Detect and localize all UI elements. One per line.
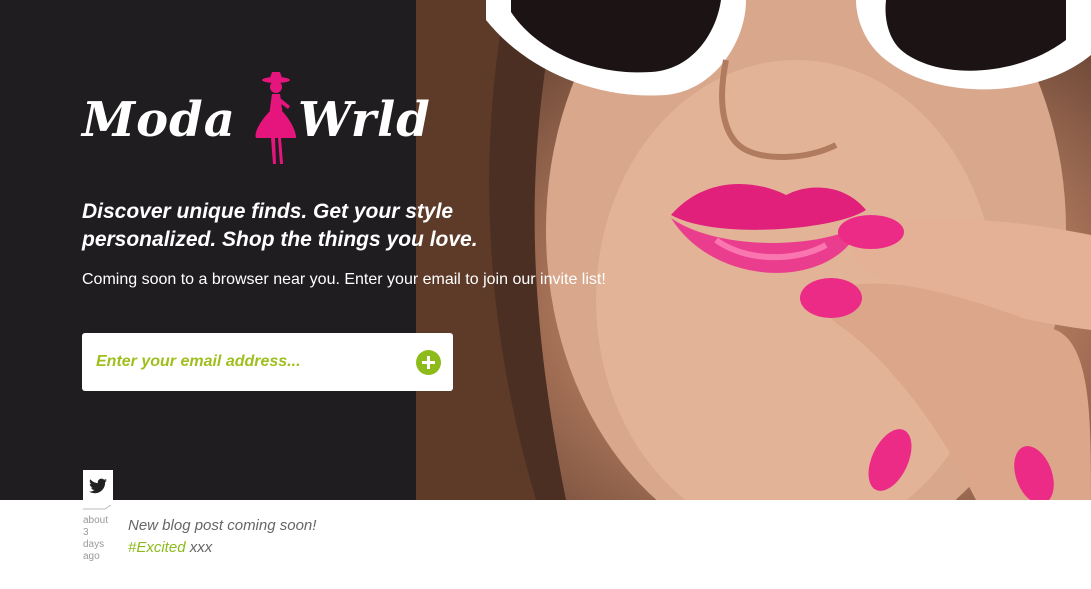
model-photo-illustration xyxy=(416,0,1091,500)
logo-word-right: Wrld xyxy=(298,92,431,148)
brand-logo[interactable]: Moda Wrld xyxy=(82,72,442,172)
hero-photo xyxy=(416,0,1091,500)
timestamp-line: ago xyxy=(83,551,100,562)
timestamp-line: days xyxy=(83,539,105,550)
tweet-hashtag-link[interactable]: #Excited xyxy=(128,539,186,556)
logo-word-left: Moda xyxy=(82,92,236,148)
timestamp-line: 3 xyxy=(83,527,89,538)
email-input[interactable] xyxy=(96,348,396,376)
tweet-text: New blog post coming soon! xyxy=(128,517,317,534)
tagline-line-1: Discover unique finds. Get your style xyxy=(82,200,454,223)
tweet-tags-line: #Excited xxx xyxy=(128,537,548,559)
tweet-timestamp: about 3 days ago xyxy=(83,515,123,563)
fashion-figure-icon xyxy=(255,72,296,164)
tweet-suffix: xxx xyxy=(189,539,213,556)
tagline-line-2: personalized. Shop the things you love. xyxy=(82,228,478,251)
twitter-link[interactable] xyxy=(83,470,113,502)
email-signup-form xyxy=(82,333,453,391)
tweet-bubble-tail xyxy=(83,505,112,510)
hero-section: Moda Wrld Discover unique finds. Get you… xyxy=(0,0,1091,500)
twitter-bird-icon xyxy=(89,478,107,494)
latest-tweet: New blog post coming soon! #Excited xxx xyxy=(128,515,548,559)
hero-tagline: Discover unique finds. Get your style pe… xyxy=(82,198,502,254)
plus-circle-icon[interactable] xyxy=(416,350,441,375)
hero-subline: Coming soon to a browser near you. Enter… xyxy=(82,271,606,288)
timestamp-line: about xyxy=(83,515,109,526)
